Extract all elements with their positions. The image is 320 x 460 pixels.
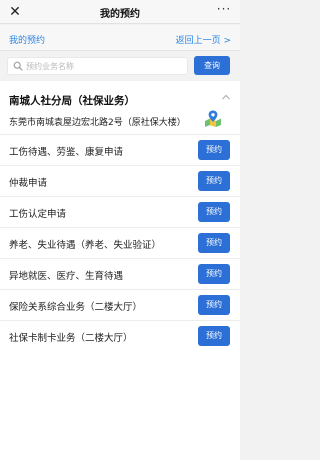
search-input[interactable] — [26, 60, 184, 73]
book-button[interactable]: 预约 — [198, 140, 230, 160]
book-button[interactable]: 预约 — [198, 264, 230, 284]
more-icon[interactable]: ··· — [214, 1, 234, 19]
service-list: 工伤待遇、劳鉴、康复申请 预约 仲裁申请 预约 工伤认定申请 预约 养老、失业待… — [0, 134, 240, 351]
search-box[interactable] — [7, 57, 188, 75]
service-label: 仲裁申请 — [9, 178, 48, 189]
service-label: 社保卡制卡业务（二楼大厅） — [9, 333, 133, 344]
service-label: 养老、失业待遇（养老、失业验证） — [9, 240, 162, 251]
service-row: 保险关系综合业务（二楼大厅） 预约 — [0, 289, 240, 320]
service-label: 工伤认定申请 — [9, 209, 67, 220]
service-label: 保险关系综合业务（二楼大厅） — [9, 302, 143, 313]
book-button[interactable]: 预约 — [198, 295, 230, 315]
book-button[interactable]: 预约 — [198, 202, 230, 222]
map-pin-icon[interactable] — [204, 109, 222, 127]
search-icon — [13, 61, 23, 71]
org-address: 东莞市南城袁屋边宏北路2号（原社保大楼） — [9, 118, 186, 128]
service-label: 异地就医、医疗、生育待遇 — [9, 271, 124, 282]
search-button[interactable]: 查询 — [194, 56, 230, 75]
book-button[interactable]: 预约 — [198, 326, 230, 346]
service-card: 南城人社分局（社保业务） 东莞市南城袁屋边宏北路2号（原社保大楼） 工伤待遇、劳… — [0, 81, 240, 460]
org-title: 南城人社分局（社保业务） — [9, 95, 135, 107]
book-button[interactable]: 预约 — [198, 233, 230, 253]
search-bar: 查询 — [0, 52, 240, 80]
service-row: 工伤待遇、劳鉴、康复申请 预约 — [0, 134, 240, 165]
page-title: 我的预约 — [100, 9, 140, 20]
chevron-up-icon[interactable] — [221, 93, 231, 101]
service-label: 工伤待遇、劳鉴、康复申请 — [9, 147, 124, 158]
book-button[interactable]: 预约 — [198, 171, 230, 191]
service-row: 养老、失业待遇（养老、失业验证） 预约 — [0, 227, 240, 258]
my-appointments-link[interactable]: 我的预约 — [9, 33, 45, 46]
service-row: 社保卡制卡业务（二楼大厅） 预约 — [0, 320, 240, 351]
service-row: 异地就医、医疗、生育待遇 预约 — [0, 258, 240, 289]
service-row: 工伤认定申请 预约 — [0, 196, 240, 227]
back-link[interactable]: 返回上一页 > — [176, 33, 231, 46]
sub-header: 我的预约 返回上一页 > — [0, 25, 240, 51]
title-bar: ✕ 我的预约 ··· — [0, 0, 240, 24]
service-row: 仲裁申请 预约 — [0, 165, 240, 196]
